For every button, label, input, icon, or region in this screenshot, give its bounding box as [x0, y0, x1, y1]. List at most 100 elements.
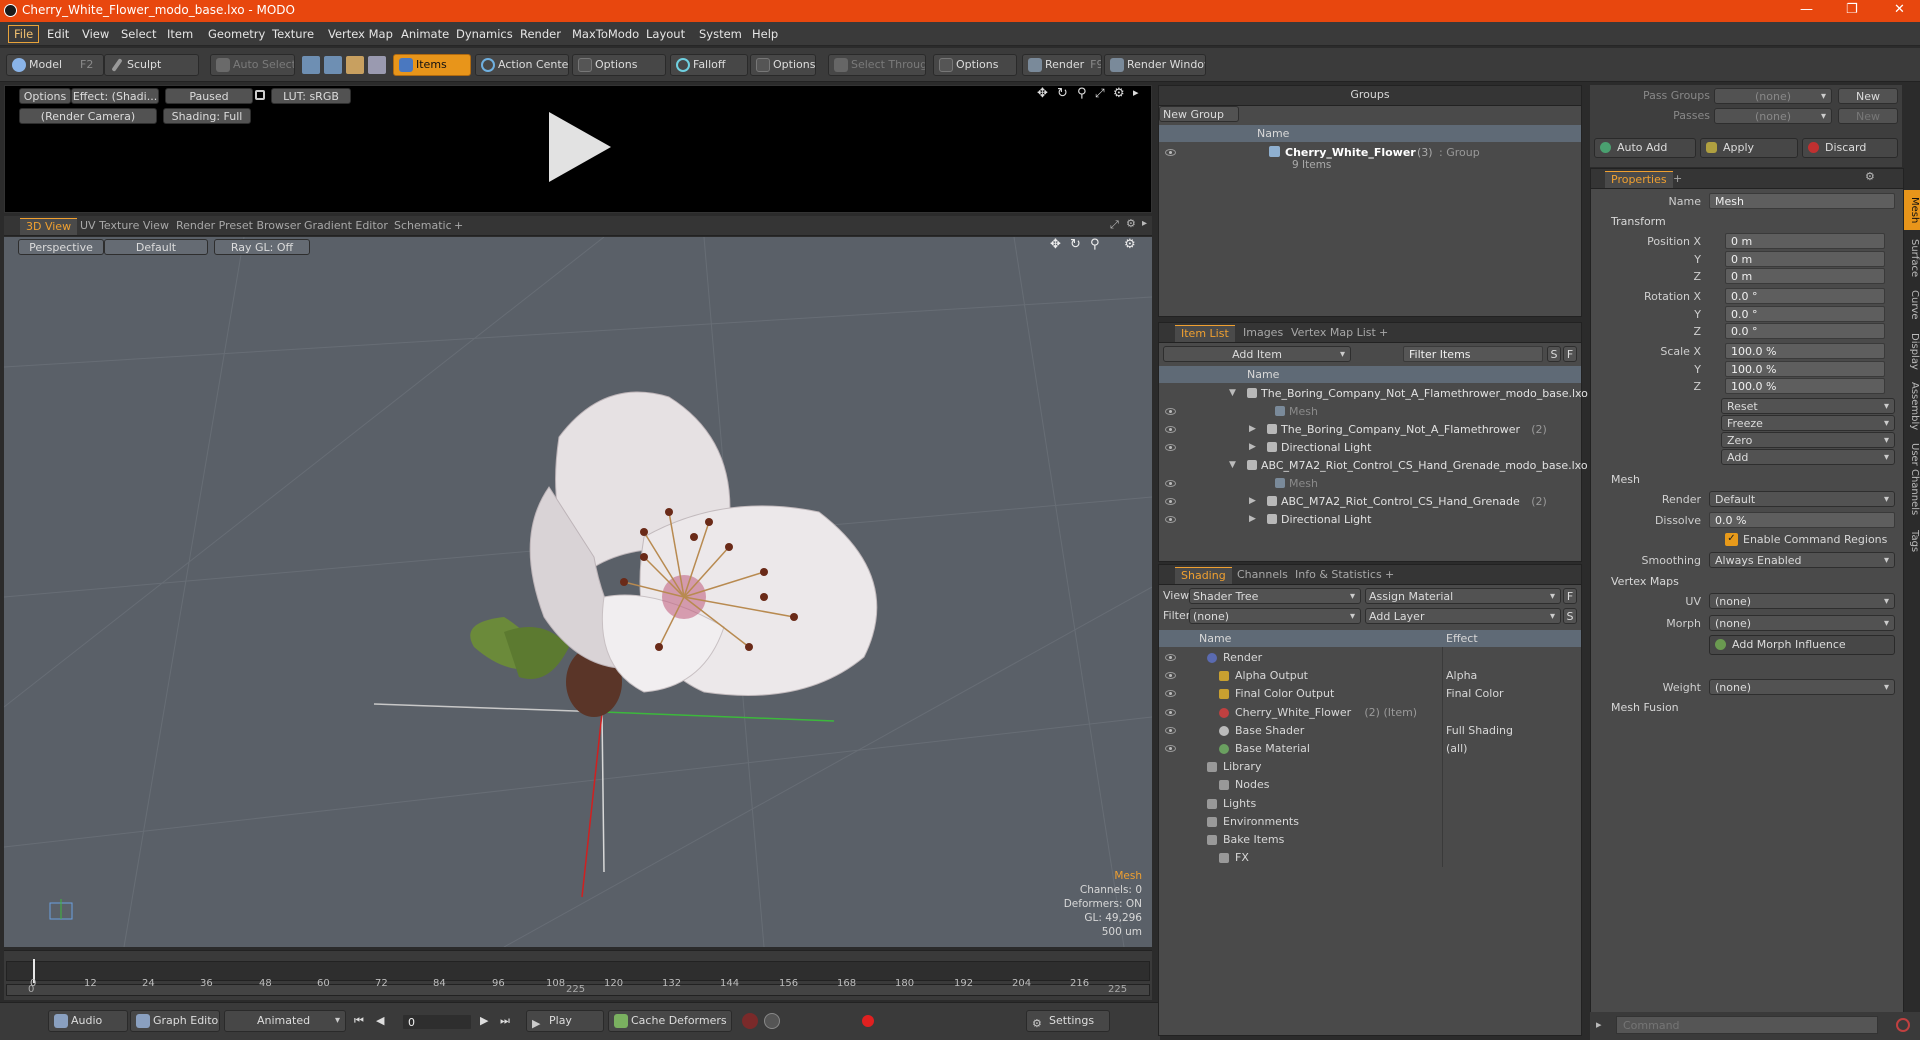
visibility-icon[interactable] — [1165, 444, 1176, 451]
pass-groups-dropdown[interactable]: (none) — [1714, 88, 1832, 104]
falloff-options-button[interactable]: Options — [750, 54, 816, 76]
shader-tree-row[interactable]: Final Color Output Final Color — [1159, 685, 1581, 703]
zoom-icon[interactable]: ⚲ — [1090, 237, 1100, 252]
mesh-section[interactable]: Mesh — [1611, 473, 1640, 486]
render-window-button[interactable]: Render Window — [1104, 54, 1206, 76]
transform-section[interactable]: Transform — [1611, 215, 1666, 228]
menu-geometry[interactable]: Geometry — [203, 26, 270, 42]
restore-icon[interactable]: ❐ — [1846, 2, 1858, 17]
polygons-mode-icon[interactable] — [346, 56, 364, 74]
visibility-icon[interactable] — [1165, 708, 1176, 716]
tab-images[interactable]: Images — [1237, 325, 1289, 342]
scale-x-input[interactable]: 100.0 % — [1725, 343, 1885, 359]
gear-icon[interactable]: ⚙ — [1126, 217, 1136, 230]
filter-items-input[interactable]: Filter Items — [1403, 346, 1543, 362]
freeze-dropdown[interactable]: Freeze — [1721, 415, 1895, 431]
list-item[interactable]: ▶ Directional Light — [1159, 511, 1581, 529]
visibility-icon[interactable] — [1165, 480, 1176, 487]
chevron-down-icon[interactable]: ▼ — [1229, 457, 1236, 474]
morph-dropdown[interactable]: (none) — [1709, 615, 1895, 631]
visibility-icon[interactable] — [1165, 149, 1176, 156]
add-item-dropdown[interactable]: Add Item — [1163, 346, 1351, 362]
zero-dropdown[interactable]: Zero — [1721, 432, 1895, 448]
visibility-icon[interactable] — [1165, 726, 1176, 734]
tab-info-statistics[interactable]: Info & Statistics — [1289, 567, 1388, 584]
graph-editor-button[interactable]: Graph Editor — [130, 1010, 220, 1032]
auto-select-button[interactable]: Auto Select — [210, 54, 295, 76]
menu-layout[interactable]: Layout — [641, 26, 690, 42]
new-group-button[interactable]: New Group — [1159, 106, 1239, 122]
list-item[interactable]: ▼ The_Boring_Company_Not_A_Flamethrower_m… — [1159, 385, 1588, 403]
add-tab-button[interactable]: + — [1379, 567, 1400, 584]
menu-render[interactable]: Render — [515, 26, 566, 42]
menu-animate[interactable]: Animate — [396, 26, 454, 42]
move-icon[interactable]: ✥ — [1037, 86, 1048, 101]
tab-properties[interactable]: Properties — [1605, 171, 1673, 188]
shader-tree-row[interactable]: Nodes — [1159, 776, 1581, 794]
frame-input[interactable]: 0 — [402, 1014, 472, 1030]
shader-tree-row[interactable]: Render — [1159, 649, 1581, 667]
shading-s-button[interactable]: S — [1563, 608, 1577, 624]
play-button[interactable]: ▶ Play — [526, 1010, 604, 1032]
visibility-icon[interactable] — [1165, 745, 1176, 752]
visibility-icon[interactable] — [1165, 426, 1176, 433]
tab-uv-texture-view[interactable]: UV Texture View — [74, 218, 175, 235]
command-history-icon[interactable] — [1896, 1018, 1910, 1032]
shader-tree-row[interactable]: FX — [1159, 849, 1581, 867]
model-mode-button[interactable]: Model F2 — [6, 54, 104, 76]
gear-icon[interactable]: ⚙ — [1124, 237, 1136, 252]
expand-arrow-icon[interactable]: ▸ — [1133, 86, 1139, 99]
assign-material-dropdown[interactable]: Assign Material — [1365, 588, 1561, 604]
enable-command-checkbox[interactable]: ✓ — [1725, 533, 1738, 546]
scale-y-input[interactable]: 100.0 % — [1725, 361, 1885, 377]
settings-button[interactable]: ⚙ Settings — [1026, 1010, 1110, 1032]
layer-effect[interactable]: Final Color — [1446, 685, 1504, 702]
menu-system[interactable]: System — [694, 26, 747, 42]
list-item[interactable]: ▶ ABC_M7A2_Riot_Control_CS_Hand_Grenade (2… — [1159, 493, 1581, 511]
side-tab-assembly[interactable]: Assembly — [1904, 378, 1920, 434]
shader-tree-row[interactable]: Cherry_White_Flower (2) (Item) — [1159, 704, 1581, 722]
layer-effect[interactable]: Full Shading — [1446, 722, 1513, 739]
position-x-input[interactable]: 0 m — [1725, 233, 1885, 249]
preview-options-button[interactable]: Options — [19, 88, 71, 104]
move-icon[interactable]: ✥ — [1050, 237, 1061, 252]
audio-button[interactable]: Audio — [48, 1010, 128, 1032]
menu-select[interactable]: Select — [116, 26, 161, 42]
reset-dropdown[interactable]: Reset — [1721, 398, 1895, 414]
add-dropdown[interactable]: Add — [1721, 449, 1895, 465]
filter-f-button[interactable]: F — [1563, 346, 1577, 362]
refresh-icon[interactable]: ↻ — [1057, 86, 1068, 101]
items-mode-button[interactable]: Items — [393, 54, 471, 76]
zoom-icon[interactable]: ⚲ — [1077, 86, 1087, 101]
list-item[interactable]: ▼ ABC_M7A2_Riot_Control_CS_Hand_Grenade_m… — [1159, 457, 1588, 475]
new-pass-group-button[interactable]: New — [1838, 88, 1898, 104]
preview-effect-dropdown[interactable]: Effect: (Shadi... — [71, 88, 159, 104]
chevron-right-icon[interactable]: ▶ — [1249, 421, 1256, 438]
side-tab-surface[interactable]: Surface — [1904, 234, 1920, 282]
3d-viewport[interactable]: Perspective Default Ray GL: Off ✥ ↻ ⚲ ⚙ … — [4, 237, 1152, 947]
close-icon[interactable]: ✕ — [1894, 2, 1905, 17]
maximize-icon[interactable]: ⤢ — [1110, 218, 1119, 232]
auto-add-button[interactable]: Auto Add — [1594, 138, 1696, 158]
perspective-dropdown[interactable]: Perspective — [18, 239, 104, 255]
command-input[interactable] — [1616, 1016, 1878, 1034]
preview-shading-dropdown[interactable]: Shading: Full — [163, 108, 251, 124]
smoothing-dropdown[interactable]: Always Enabled — [1709, 552, 1895, 568]
visibility-icon[interactable] — [1165, 516, 1176, 523]
group-row[interactable]: Cherry_White_Flower (3) : Group — [1159, 144, 1581, 162]
play-preview-icon[interactable] — [545, 110, 615, 184]
lock-icon[interactable] — [255, 90, 265, 100]
side-tab-user-channels[interactable]: User Channels — [1904, 438, 1920, 520]
menu-edit[interactable]: Edit — [42, 26, 74, 42]
rotate-icon[interactable]: ↻ — [1070, 237, 1081, 252]
go-start-icon[interactable]: ⏮ — [354, 1014, 364, 1028]
preview-paused-button[interactable]: Paused — [165, 88, 253, 104]
menu-item[interactable]: Item — [162, 26, 198, 42]
shader-tree-row[interactable]: Environments — [1159, 813, 1581, 831]
add-tab-button[interactable]: + — [1667, 171, 1688, 188]
vertices-mode-icon[interactable] — [302, 56, 320, 74]
rotation-x-input[interactable]: 0.0 ° — [1725, 288, 1885, 304]
list-item[interactable]: Mesh — [1159, 403, 1581, 421]
apply-button[interactable]: Apply — [1700, 138, 1798, 158]
menu-dynamics[interactable]: Dynamics — [451, 26, 518, 42]
